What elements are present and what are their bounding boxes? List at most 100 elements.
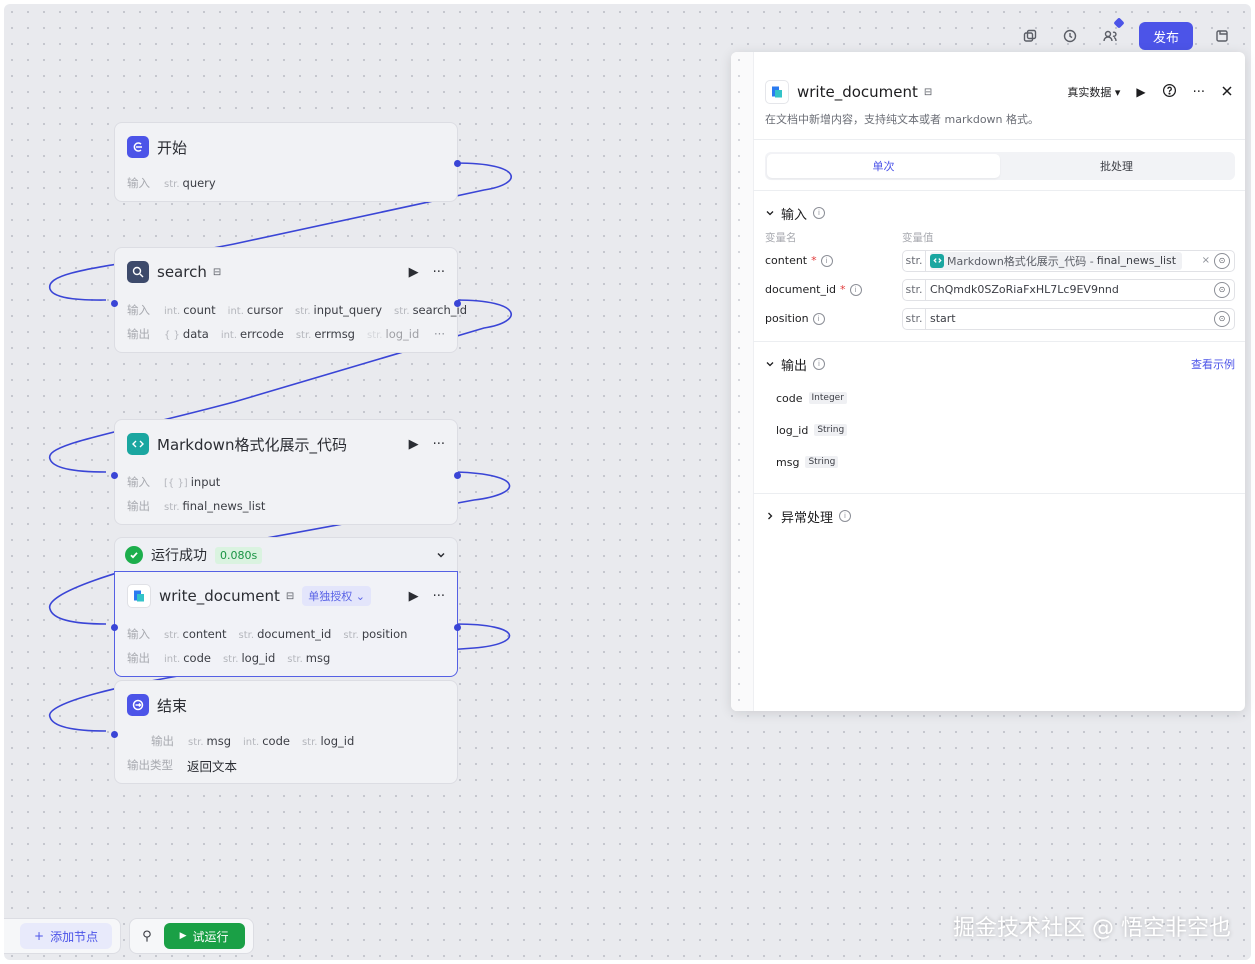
variable-select-icon[interactable]: ⊙	[1214, 281, 1230, 298]
storage-icon: ⊟	[923, 86, 933, 98]
param: str. position	[343, 627, 408, 641]
end-icon	[127, 694, 149, 716]
output-port[interactable]	[454, 472, 461, 479]
output-label: 输出	[127, 327, 150, 341]
chevron-right-icon	[768, 512, 773, 520]
reference-chip[interactable]: Markdown格式化展示_代码 - final_news_list	[930, 251, 1183, 270]
publish-button[interactable]: 发布	[1138, 22, 1193, 50]
info-icon: i	[813, 207, 826, 219]
output-section-header[interactable]: 输出 i 查看示例	[753, 354, 1245, 374]
run-node-icon[interactable]: ▶	[409, 265, 419, 280]
content-reference-field[interactable]: str. Markdown格式化展示_代码 - final_news_list …	[902, 249, 1235, 272]
output-port[interactable]	[454, 624, 461, 631]
param: str. errmsg	[295, 327, 355, 341]
run-node-icon[interactable]: ▶	[409, 437, 419, 452]
param: str. content	[164, 627, 227, 641]
run-result-banner[interactable]: 运行成功 0.080s	[114, 537, 458, 573]
run-status: 运行成功	[151, 548, 207, 564]
input-section-header[interactable]: 输入 i	[753, 203, 1245, 223]
tool-icon[interactable]: ⚲	[138, 929, 156, 944]
param: [{ }] input	[164, 475, 221, 489]
node-end[interactable]: 结束 输出 str. msg int. code str. log_id 输出类型 返…	[111, 680, 458, 784]
storage-icon: ⊟	[212, 266, 222, 278]
window-icon[interactable]	[1211, 25, 1233, 47]
clear-icon[interactable]: ×	[1202, 255, 1210, 266]
document-id-input[interactable]: str. ChQmdk0SZoRiaFxHL7Lc9EV9nnd ⊙	[902, 278, 1235, 301]
plus-icon: +	[34, 929, 45, 943]
input-label: 输入	[127, 303, 150, 317]
info-icon: i	[813, 358, 826, 370]
input-port[interactable]	[111, 624, 118, 631]
param: str. log_id	[366, 327, 420, 341]
param: int. code	[164, 651, 211, 665]
output-label: 输出	[127, 499, 150, 513]
node-write-document[interactable]: write_document ⊟ 单独授权 ⌄ ▶ ··· 输入 str. con…	[111, 571, 461, 677]
trial-run-button[interactable]: ▶ 试运行	[163, 923, 245, 949]
auth-badge[interactable]: 单独授权 ⌄	[302, 586, 372, 606]
help-icon[interactable]	[1162, 83, 1177, 101]
param: str. log_id	[222, 651, 276, 665]
collaborators-icon[interactable]	[1099, 17, 1125, 47]
output-port[interactable]	[454, 160, 461, 167]
input-row-document-id: document_id * i str. ChQmdk0SZoRiaFxHL7Lc…	[753, 275, 1245, 304]
param: str. msg	[287, 651, 331, 665]
history-icon[interactable]	[1059, 25, 1081, 47]
param: str. input_query	[295, 303, 383, 317]
output-port[interactable]	[454, 300, 461, 307]
mode-tabs: 单次 批处理	[765, 152, 1235, 180]
divider	[753, 341, 1245, 342]
more-params[interactable]: ···	[434, 327, 445, 341]
node-title: search	[157, 263, 207, 281]
input-port[interactable]	[111, 300, 118, 307]
data-mode-select[interactable]: 真实数据 ▾	[1067, 84, 1120, 100]
input-columns: 变量名 变量值	[765, 231, 934, 244]
tab-batch[interactable]: 批处理	[1000, 154, 1233, 178]
add-node-group: + 添加节点	[4, 918, 122, 954]
node-markdown[interactable]: Markdown格式化展示_代码 ▶ ··· 输入 [{ }] input 输出 …	[111, 419, 461, 525]
view-example-link[interactable]: 查看示例	[1191, 356, 1235, 372]
node-search[interactable]: search ⊟ ▶ ··· 输入 int. count int. cursor s…	[111, 247, 467, 353]
required-mark: *	[811, 254, 817, 267]
storage-icon: ⊟	[285, 590, 295, 602]
more-icon[interactable]: ···	[433, 437, 445, 452]
add-node-button[interactable]: + 添加节点	[20, 923, 113, 949]
node-title: 开始	[157, 138, 188, 157]
output-type-value: 返回文本	[187, 758, 238, 774]
panel-title: write_document	[797, 83, 918, 101]
tab-single[interactable]: 单次	[767, 154, 1000, 178]
code-icon	[930, 253, 944, 268]
variable-select-icon[interactable]: ⊙	[1214, 310, 1230, 327]
chevron-down-icon[interactable]	[435, 546, 447, 565]
node-title: write_document	[159, 587, 280, 605]
variable-select-icon[interactable]: ⊙	[1214, 252, 1230, 269]
error-handling-header[interactable]: 异常处理 i	[753, 506, 1245, 526]
input-label: 输入	[127, 475, 150, 489]
more-icon[interactable]: ···	[433, 589, 445, 604]
document-plugin-icon	[765, 80, 789, 104]
more-icon[interactable]: ···	[433, 265, 445, 280]
param: { } data	[164, 327, 209, 341]
copy-icon[interactable]	[1019, 25, 1041, 47]
chevron-down-icon	[766, 362, 774, 367]
node-start[interactable]: 开始 输入 str. query	[114, 122, 461, 202]
input-label: 输入	[127, 176, 150, 190]
param: int. count	[164, 303, 216, 317]
input-port[interactable]	[111, 731, 118, 738]
run-node-icon[interactable]: ▶	[409, 589, 419, 604]
param: str. query	[164, 176, 216, 190]
param: int. errcode	[220, 327, 284, 341]
info-icon: i	[849, 283, 862, 296]
param: str. log_id	[301, 734, 355, 748]
more-icon[interactable]: ···	[1193, 85, 1205, 100]
position-input[interactable]: str. start ⊙	[902, 307, 1235, 330]
search-plugin-icon	[127, 261, 149, 283]
run-group: ⚲ ▶ 试运行	[129, 918, 254, 954]
output-item: log_id String	[753, 414, 1245, 446]
close-icon[interactable]	[1221, 85, 1233, 100]
node-title: 结束	[157, 696, 188, 715]
param: int. code	[243, 734, 290, 748]
panel-drag-strip[interactable]	[731, 52, 754, 711]
output-item: msg String	[753, 446, 1245, 478]
run-node-icon[interactable]: ▶	[1136, 85, 1145, 99]
input-port[interactable]	[111, 472, 118, 479]
